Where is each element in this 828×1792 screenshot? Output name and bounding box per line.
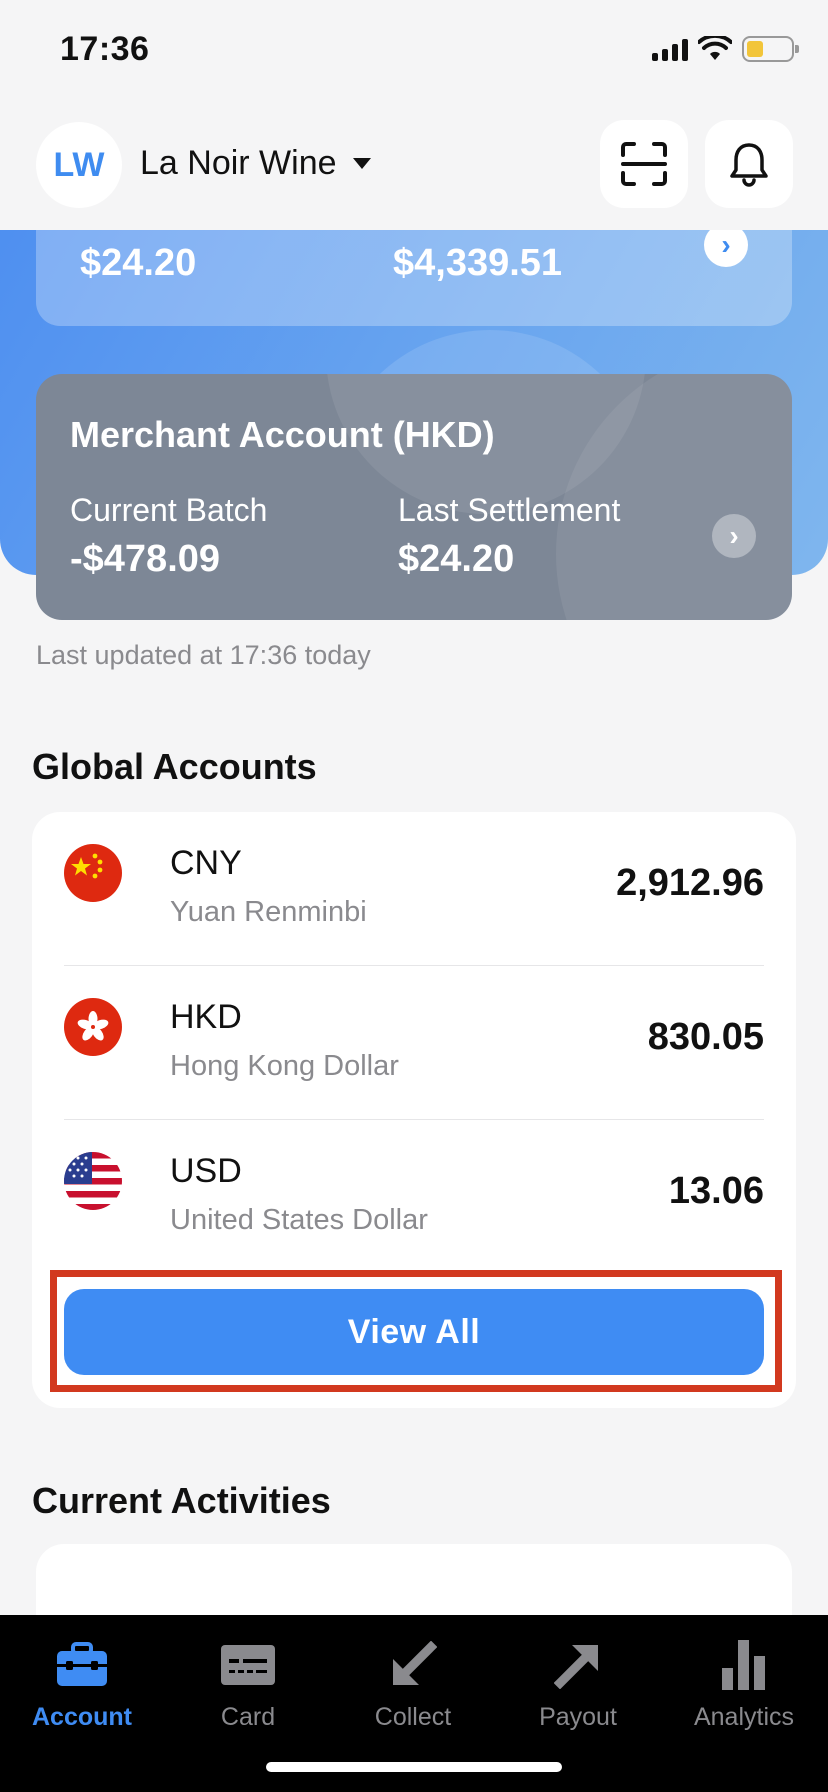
merchant-account-title: Merchant Account (HKD) [70, 414, 495, 455]
account-balance: 2,912.96 [616, 862, 764, 904]
card-icon [221, 1645, 275, 1685]
current-batch-value: -$478.09 [70, 538, 221, 580]
account-code: HKD [170, 998, 242, 1036]
account-currency-name: Hong Kong Dollar [170, 1050, 399, 1082]
tab-label: Collect [374, 1703, 452, 1731]
current-batch-label: Current Batch [70, 492, 268, 528]
status-time: 17:36 [60, 30, 150, 68]
arrow-down-left-icon [393, 1641, 437, 1685]
account-balance: 830.05 [647, 1016, 764, 1058]
home-indicator[interactable] [266, 1762, 562, 1772]
avatar[interactable]: LW [36, 122, 122, 208]
tab-payout[interactable]: Payout [498, 1635, 658, 1745]
last-settlement-label: Last Settlement [398, 492, 621, 528]
cellular-signal-icon [652, 37, 688, 61]
tab-label: Payout [539, 1703, 617, 1731]
notifications-button[interactable] [705, 120, 793, 208]
account-code: CNY [170, 844, 242, 882]
bell-icon [730, 143, 768, 187]
last-settlement-value: $24.20 [398, 538, 515, 580]
caret-down-icon[interactable] [353, 158, 371, 169]
battery-icon [742, 36, 799, 62]
account-currency-name: Yuan Renminbi [170, 896, 367, 928]
tab-label: Account [32, 1703, 132, 1731]
app-header: LW La Noir Wine [0, 100, 828, 230]
merchant-account-card[interactable]: Merchant Account (HKD) Current Batch -$4… [36, 374, 792, 620]
account-balance: 13.06 [668, 1170, 764, 1212]
tab-analytics[interactable]: Analytics [664, 1635, 824, 1745]
tab-account[interactable]: Account [2, 1635, 162, 1745]
current-activities-title: Current Activities [32, 1480, 331, 1521]
account-currency-name: United States Dollar [170, 1204, 428, 1236]
global-accounts-title: Global Accounts [32, 746, 317, 787]
status-bar: 17:36 [0, 0, 828, 100]
bar-chart-icon [722, 1640, 765, 1690]
tab-collect[interactable]: Collect [333, 1635, 493, 1745]
wifi-icon [698, 36, 732, 60]
briefcase-icon [57, 1642, 107, 1686]
account-code: USD [170, 1152, 242, 1190]
tab-label: Analytics [693, 1703, 795, 1731]
balance-summary-amount-left: $24.20 [80, 242, 197, 284]
us-flag-icon [64, 1152, 122, 1210]
balance-summary-amount-right: $4,339.51 [393, 242, 563, 284]
merchant-switcher-label[interactable]: La Noir Wine [140, 144, 337, 183]
view-all-button[interactable]: View All [64, 1289, 764, 1375]
scan-icon [621, 142, 667, 186]
tab-label: Card [220, 1703, 276, 1731]
chevron-right-icon[interactable]: › [712, 514, 756, 558]
status-icons [652, 36, 799, 62]
last-updated-text: Last updated at 17:36 today [36, 640, 371, 670]
account-row-usd[interactable]: USD United States Dollar 13.06 [64, 1120, 764, 1274]
account-row-cny[interactable]: CNY Yuan Renminbi 2,912.96 [64, 812, 764, 966]
tab-card[interactable]: Card [168, 1635, 328, 1745]
scan-button[interactable] [600, 120, 688, 208]
arrow-up-right-icon [554, 1645, 598, 1689]
account-row-hkd[interactable]: HKD Hong Kong Dollar 830.05 [64, 966, 764, 1120]
hong-kong-flag-icon [64, 998, 122, 1056]
china-flag-icon [64, 844, 122, 902]
